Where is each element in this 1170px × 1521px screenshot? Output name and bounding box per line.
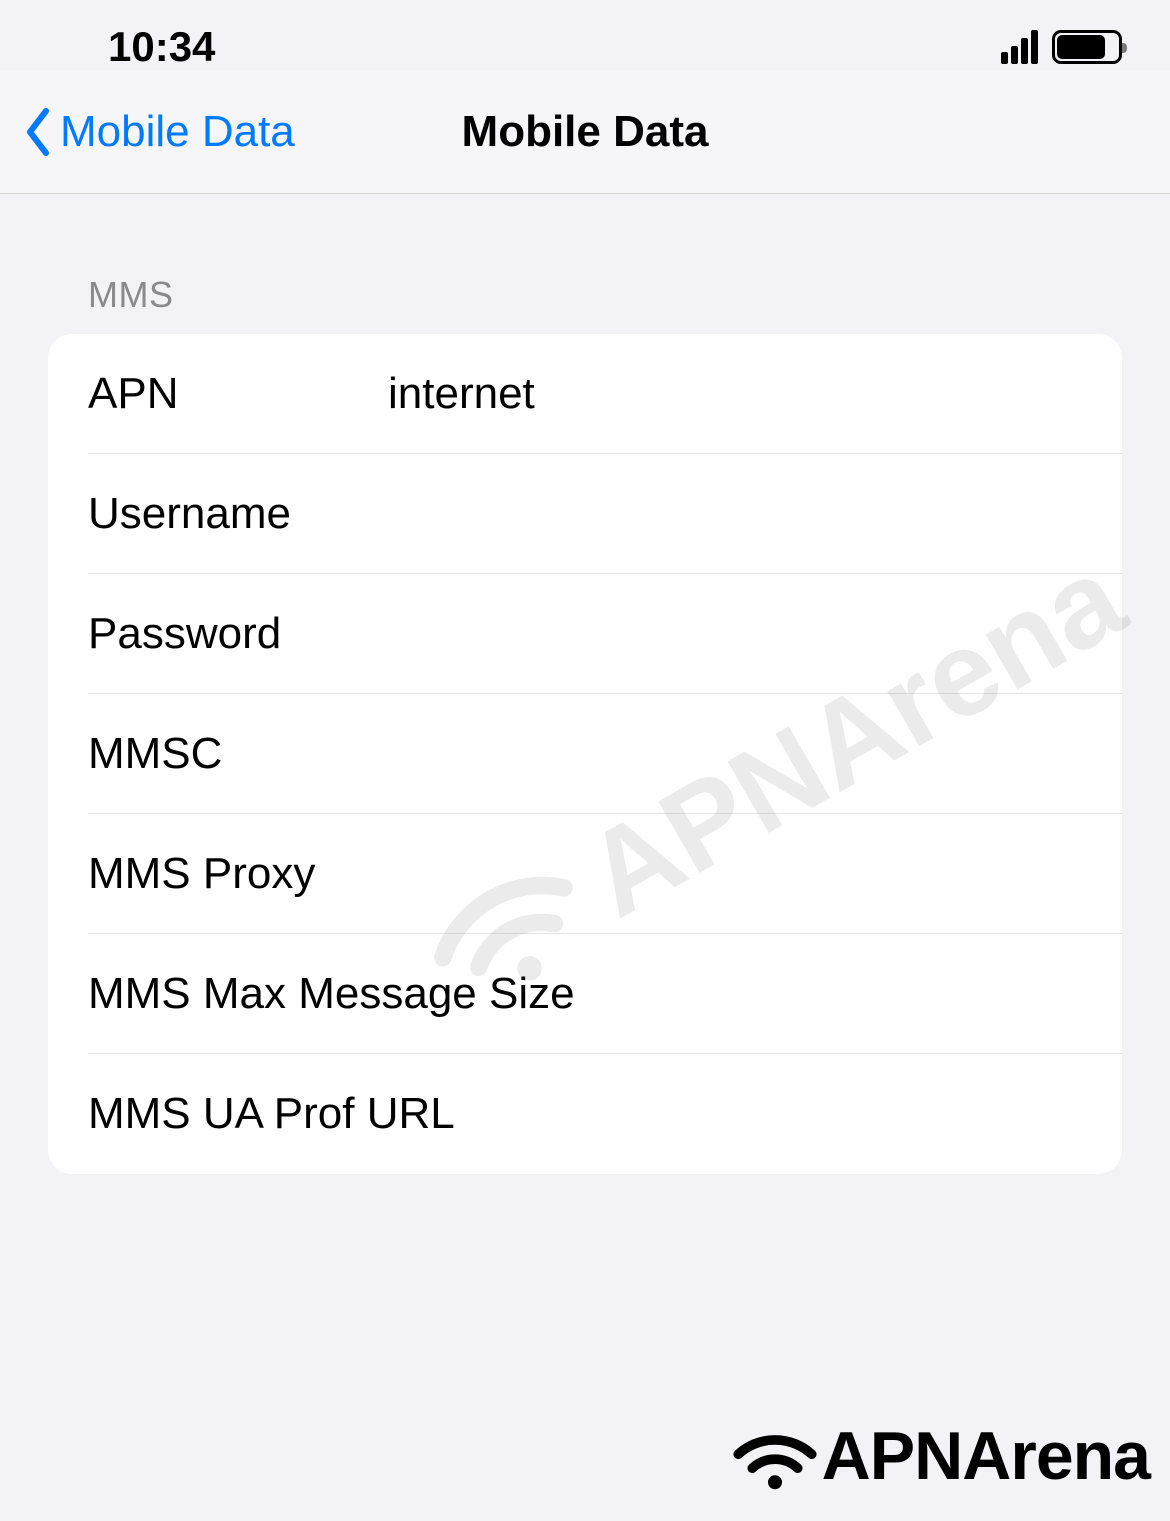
wifi-icon xyxy=(730,1421,820,1491)
apn-input[interactable] xyxy=(388,369,1122,419)
chevron-left-icon xyxy=(24,107,54,157)
mms-max-size-input[interactable] xyxy=(575,969,1122,1019)
username-label: Username xyxy=(88,489,388,539)
password-label: Password xyxy=(88,609,388,659)
apn-label: APN xyxy=(88,369,388,419)
username-input[interactable] xyxy=(388,489,1122,539)
mms-proxy-input[interactable] xyxy=(388,849,1122,899)
status-time: 10:34 xyxy=(108,23,215,71)
back-label: Mobile Data xyxy=(60,107,295,157)
mmsc-label: MMSC xyxy=(88,729,388,779)
row-mms-ua-prof[interactable]: MMS UA Prof URL xyxy=(48,1054,1122,1174)
battery-icon xyxy=(1052,30,1122,64)
section-header-mms: MMS xyxy=(48,274,1122,334)
status-bar: 10:34 xyxy=(0,0,1170,70)
brand-footer: APNArena xyxy=(730,1417,1150,1495)
mms-max-size-label: MMS Max Message Size xyxy=(88,969,575,1019)
row-username[interactable]: Username xyxy=(48,454,1122,574)
navigation-bar: Mobile Data Mobile Data xyxy=(0,70,1170,194)
mms-proxy-label: MMS Proxy xyxy=(88,849,388,899)
cellular-signal-icon xyxy=(1001,30,1038,64)
brand-text: APNArena xyxy=(822,1417,1150,1495)
mms-settings-group: APN Username Password MMSC MMS Proxy MMS… xyxy=(48,334,1122,1174)
password-input[interactable] xyxy=(388,609,1122,659)
page-title: Mobile Data xyxy=(462,107,709,157)
row-password[interactable]: Password xyxy=(48,574,1122,694)
row-apn[interactable]: APN xyxy=(48,334,1122,454)
mms-ua-prof-input[interactable] xyxy=(455,1089,1122,1139)
mms-ua-prof-label: MMS UA Prof URL xyxy=(88,1089,455,1139)
mmsc-input[interactable] xyxy=(388,729,1122,779)
row-mms-max-size[interactable]: MMS Max Message Size xyxy=(48,934,1122,1054)
back-button[interactable]: Mobile Data xyxy=(0,107,295,157)
row-mms-proxy[interactable]: MMS Proxy xyxy=(48,814,1122,934)
row-mmsc[interactable]: MMSC xyxy=(48,694,1122,814)
status-icons xyxy=(1001,30,1122,64)
